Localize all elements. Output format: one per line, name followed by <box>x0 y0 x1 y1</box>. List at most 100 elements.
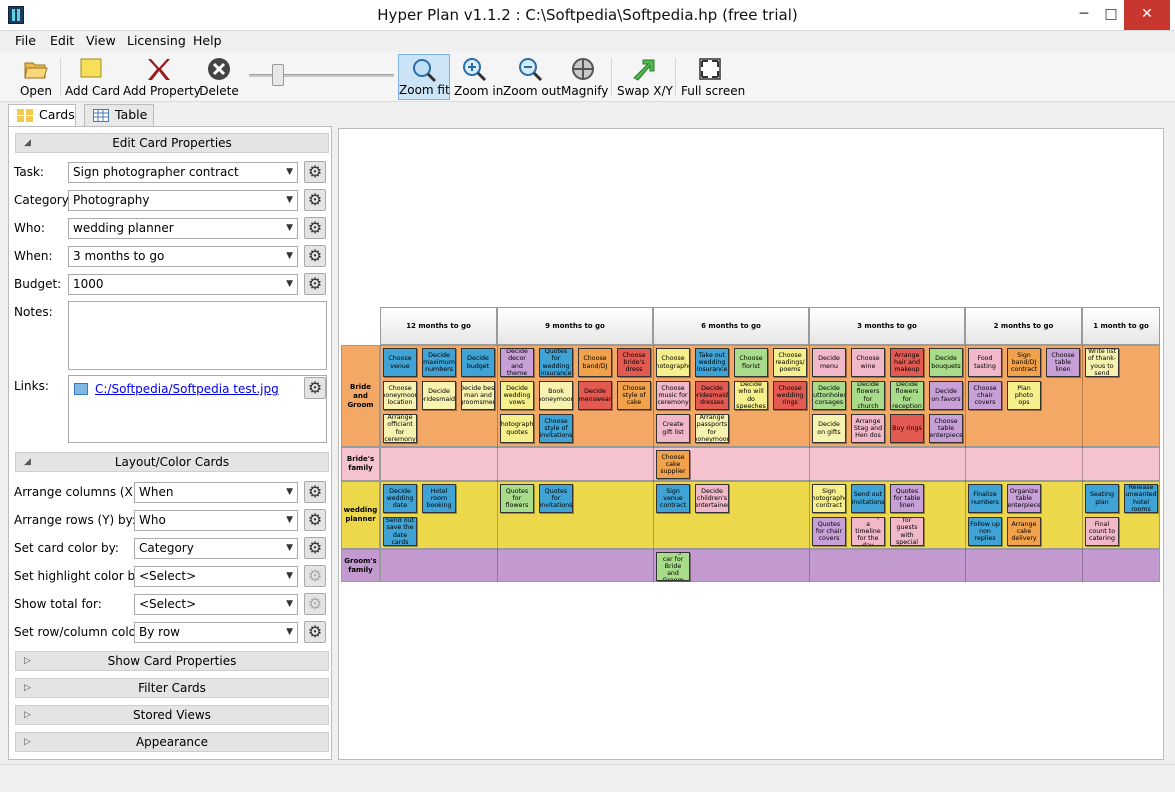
task-card[interactable]: Choose wedding rings <box>773 381 807 410</box>
task-card[interactable]: Seating plan <box>1085 484 1119 513</box>
tab-cards[interactable]: Cards <box>8 104 76 127</box>
add-property-button[interactable]: Add Property <box>123 54 201 100</box>
task-card[interactable]: Choose florist <box>734 348 768 377</box>
task-card[interactable]: Arrange hair and makeup <box>890 348 924 377</box>
column-header-9-months[interactable]: 9 months to go <box>497 307 653 345</box>
task-card[interactable]: Quotes for wedding insurance <box>539 348 573 377</box>
column-header-2-months[interactable]: 2 months to go <box>965 307 1082 345</box>
full-screen-button[interactable]: Full screen <box>681 54 745 100</box>
task-card[interactable]: Plan photo ops <box>1007 381 1041 410</box>
arrange-x-combo[interactable]: When ▼ <box>134 482 298 503</box>
card-color-combo[interactable]: Category ▼ <box>134 538 298 559</box>
task-card[interactable]: Choose wine <box>851 348 885 377</box>
task-card[interactable]: Decide wedding vows <box>500 381 534 410</box>
task-card[interactable]: Sign venue contract <box>656 484 690 513</box>
task-card[interactable]: Decide bouquets <box>929 348 963 377</box>
task-card[interactable]: Send out invitations <box>851 484 885 513</box>
task-card[interactable]: Sign photographer contract <box>812 484 846 513</box>
task-card[interactable]: Arrange car for Bride and Groom <box>656 552 690 581</box>
task-card[interactable]: Follow up non replies <box>968 517 1002 546</box>
task-card[interactable]: Final count to catering <box>1085 517 1119 546</box>
gear-icon[interactable]: ⚙ <box>304 161 326 183</box>
task-card[interactable]: Send out save the date cards <box>383 517 417 546</box>
task-card[interactable]: Choose venue <box>383 348 417 377</box>
task-card[interactable]: Decide decor and theme <box>500 348 534 377</box>
task-card[interactable]: Decide on favors <box>929 381 963 410</box>
gear-icon[interactable]: ⚙ <box>304 481 326 503</box>
task-card[interactable]: Choose chair covers <box>968 381 1002 410</box>
who-combo[interactable]: wedding planner ▼ <box>68 218 298 239</box>
task-card[interactable]: Decide buttonholes/ corsages <box>812 381 846 410</box>
task-card[interactable]: Photography quotes <box>500 414 534 443</box>
close-button[interactable]: ✕ <box>1124 0 1170 30</box>
gear-icon[interactable]: ⚙ <box>304 189 326 211</box>
board-canvas[interactable]: Bride and Groom Bride's family wedding pla… <box>338 128 1164 760</box>
task-card[interactable]: Arrange officiant for ceremony <box>383 414 417 443</box>
task-card[interactable]: Quotes for invitations <box>539 484 573 513</box>
zoom-out-button[interactable]: Zoom out <box>503 54 561 100</box>
task-card[interactable]: Decide menu <box>812 348 846 377</box>
task-card[interactable]: Choose band/DJ <box>578 348 612 377</box>
menu-view[interactable]: View <box>86 33 116 48</box>
task-card[interactable]: Sign band/DJ contract <box>1007 348 1041 377</box>
task-card[interactable]: Write list of thank-yous to send <box>1085 348 1119 377</box>
menu-file[interactable]: File <box>15 33 36 48</box>
row-header-wedding-planner[interactable]: wedding planner <box>341 481 380 549</box>
task-card[interactable]: Quotes for chair covers <box>812 517 846 546</box>
tab-table[interactable]: Table <box>84 104 154 126</box>
row-header-grooms-family[interactable]: Groom's family <box>341 549 380 582</box>
task-card[interactable]: Decide who will do speeches <box>734 381 768 410</box>
task-card[interactable]: Choose table centerpieces <box>929 414 963 443</box>
arrange-y-combo[interactable]: Who ▼ <box>134 510 298 531</box>
task-card[interactable]: Choose music for ceremony <box>656 381 690 410</box>
row-column-color-combo[interactable]: By row ▼ <box>134 622 298 643</box>
zoom-in-button[interactable]: Zoom in <box>454 54 503 100</box>
appearance-header[interactable]: ▷ Appearance <box>15 732 329 752</box>
task-card[interactable]: Check for guests with special diets <box>890 517 924 546</box>
task-card[interactable]: Create gift list <box>656 414 690 443</box>
row-header-brides-family[interactable]: Bride's family <box>341 447 380 481</box>
column-header-6-months[interactable]: 6 months to go <box>653 307 809 345</box>
task-card[interactable]: Choose photographer <box>656 348 690 377</box>
menu-edit[interactable]: Edit <box>50 33 74 48</box>
task-card[interactable]: Book honeymoon <box>539 381 573 410</box>
task-card[interactable]: Choose honeymoon location <box>383 381 417 410</box>
zoom-slider-track[interactable] <box>249 74 394 77</box>
show-total-combo[interactable]: <Select> ▼ <box>134 594 298 615</box>
task-card[interactable]: Choose bride's dress <box>617 348 651 377</box>
task-card[interactable]: Decide wedding date <box>383 484 417 513</box>
edit-card-properties-header[interactable]: ◢ Edit Card Properties <box>15 133 329 153</box>
task-card[interactable]: Quotes for table linen <box>890 484 924 513</box>
column-header-1-month[interactable]: 1 month to go <box>1082 307 1160 345</box>
task-card[interactable]: Quotes for flowers <box>500 484 534 513</box>
gear-icon[interactable]: ⚙ <box>304 245 326 267</box>
task-card[interactable]: Organize table centerpieces <box>1007 484 1041 513</box>
task-card[interactable]: Arrange passports for honeymoon <box>695 414 729 443</box>
budget-combo[interactable]: 1000 ▼ <box>68 274 298 295</box>
task-card[interactable]: Decide bridesmaids dresses <box>695 381 729 410</box>
task-card[interactable]: Choose style of invitations <box>539 414 573 443</box>
gear-icon[interactable]: ⚙ <box>304 377 326 399</box>
show-card-properties-header[interactable]: ▷ Show Card Properties <box>15 651 329 671</box>
add-card-button[interactable]: Add Card <box>65 54 120 100</box>
gear-icon[interactable]: ⚙ <box>304 537 326 559</box>
delete-button[interactable]: Delete <box>199 54 239 100</box>
link-item[interactable]: C:/Softpedia/Softpedia test.jpg <box>95 382 279 396</box>
minimize-button[interactable]: ─ <box>1072 0 1096 30</box>
task-card[interactable]: Decide budget <box>461 348 495 377</box>
task-card[interactable]: Choose cake supplier <box>656 450 690 479</box>
layout-color-cards-header[interactable]: ◢ Layout/Color Cards <box>15 452 329 472</box>
column-header-12-months[interactable]: 12 months to go <box>380 307 497 345</box>
task-card[interactable]: Decide flowers for church <box>851 381 885 410</box>
task-combo[interactable]: Sign photographer contract ▼ <box>68 162 298 183</box>
gear-icon[interactable]: ⚙ <box>304 217 326 239</box>
filter-cards-header[interactable]: ▷ Filter Cards <box>15 678 329 698</box>
task-card[interactable]: Choose readings/ poems <box>773 348 807 377</box>
open-button[interactable]: Open <box>16 54 56 100</box>
gear-icon[interactable]: ⚙ <box>304 273 326 295</box>
stored-views-header[interactable]: ▷ Stored Views <box>15 705 329 725</box>
task-card[interactable]: Decide flowers for reception <box>890 381 924 410</box>
swap-xy-button[interactable]: Swap X/Y <box>617 54 673 100</box>
magnify-button[interactable]: Magnify <box>561 54 608 100</box>
task-card[interactable]: Decide bridesmaids <box>422 381 456 410</box>
